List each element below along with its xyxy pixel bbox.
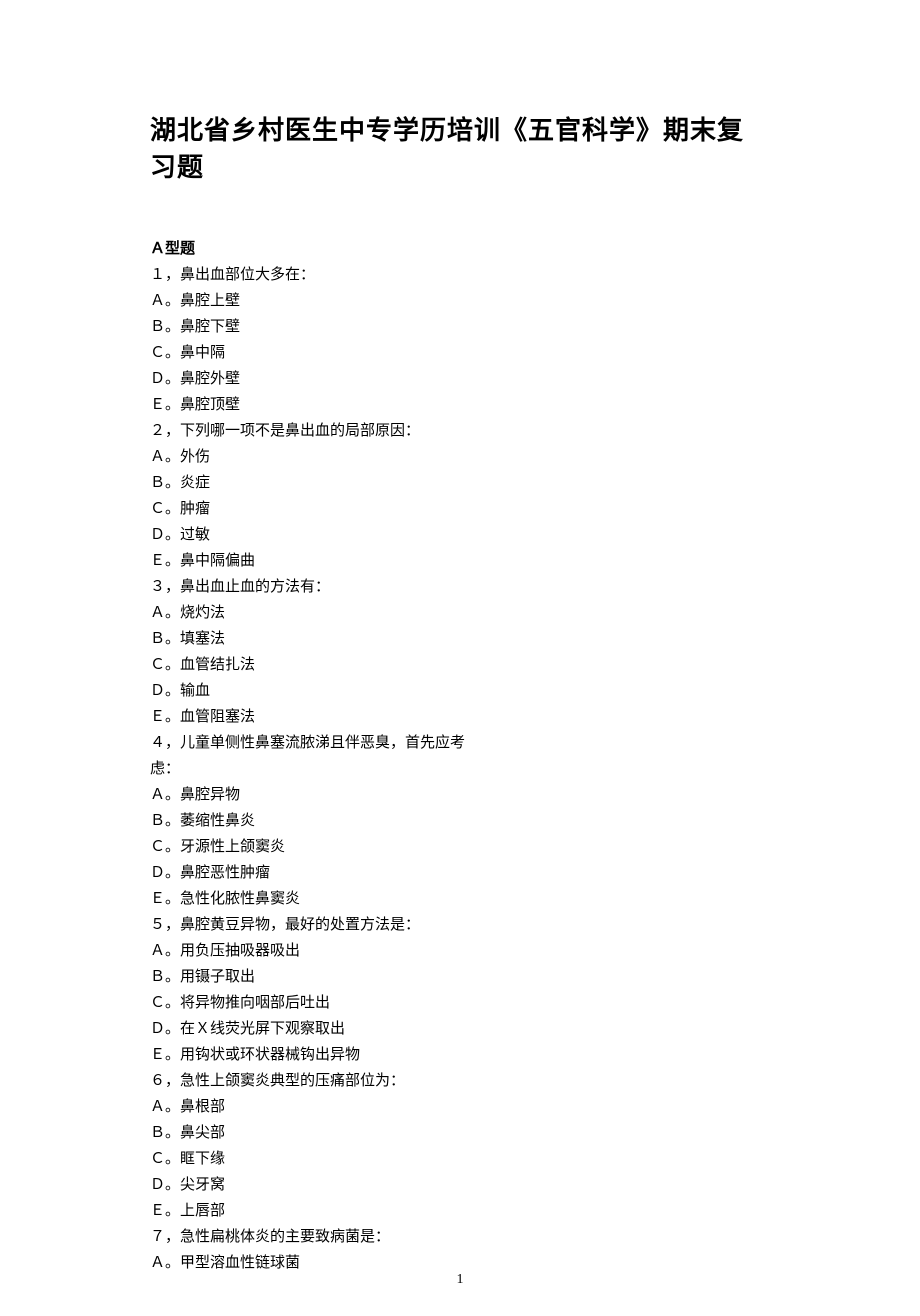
option: Ｅ。用钩状或环状器械钩出异物 — [150, 1042, 480, 1068]
question-stem: ３，鼻出血止血的方法有： — [150, 574, 480, 600]
option: Ｅ。鼻中隔偏曲 — [150, 548, 480, 574]
option: Ａ。用负压抽吸器吸出 — [150, 938, 480, 964]
option: Ｄ。鼻腔恶性肿瘤 — [150, 860, 480, 886]
option: Ｃ。牙源性上颌窦炎 — [150, 834, 480, 860]
option: Ｄ。输血 — [150, 678, 480, 704]
option: Ｅ。血管阻塞法 — [150, 704, 480, 730]
option: Ｃ。将异物推向咽部后吐出 — [150, 990, 480, 1016]
question-stem: １，鼻出血部位大多在： — [150, 262, 480, 288]
option: Ｂ。鼻腔下壁 — [150, 314, 480, 340]
document-title: 湖北省乡村医生中专学历培训《五官科学》期末复习题 — [150, 110, 770, 184]
option: Ｄ。尖牙窝 — [150, 1172, 480, 1198]
option: Ａ。鼻根部 — [150, 1094, 480, 1120]
section-label: Ａ型题 — [150, 236, 480, 262]
question-stem: ２，下列哪一项不是鼻出血的局部原因： — [150, 418, 480, 444]
option: Ｂ。炎症 — [150, 470, 480, 496]
content-column: Ａ型题 １，鼻出血部位大多在： Ａ。鼻腔上壁 Ｂ。鼻腔下壁 Ｃ。鼻中隔 Ｄ。鼻腔… — [150, 236, 480, 1276]
option: Ｂ。用镊子取出 — [150, 964, 480, 990]
option: Ｅ。鼻腔顶壁 — [150, 392, 480, 418]
option: Ａ。鼻腔异物 — [150, 782, 480, 808]
option: Ｄ。在Ｘ线荧光屏下观察取出 — [150, 1016, 480, 1042]
question-stem: ５，鼻腔黄豆异物，最好的处置方法是： — [150, 912, 480, 938]
option: Ａ。鼻腔上壁 — [150, 288, 480, 314]
option: Ｃ。肿瘤 — [150, 496, 480, 522]
question-stem: ６，急性上颌窦炎典型的压痛部位为： — [150, 1068, 480, 1094]
option: Ｂ。萎缩性鼻炎 — [150, 808, 480, 834]
option: Ｃ。鼻中隔 — [150, 340, 480, 366]
option: Ｄ。鼻腔外壁 — [150, 366, 480, 392]
option: Ｅ。急性化脓性鼻窦炎 — [150, 886, 480, 912]
option: Ａ。烧灼法 — [150, 600, 480, 626]
option: Ｃ。眶下缘 — [150, 1146, 480, 1172]
option: Ｃ。血管结扎法 — [150, 652, 480, 678]
option: Ｅ。上唇部 — [150, 1198, 480, 1224]
option: Ｄ。过敏 — [150, 522, 480, 548]
question-stem: ７，急性扁桃体炎的主要致病菌是： — [150, 1224, 480, 1250]
option: Ｂ。鼻尖部 — [150, 1120, 480, 1146]
question-stem: ４，儿童单侧性鼻塞流脓涕且伴恶臭，首先应考虑： — [150, 730, 480, 782]
option: Ａ。外伤 — [150, 444, 480, 470]
document-page: 湖北省乡村医生中专学历培训《五官科学》期末复习题 Ａ型题 １，鼻出血部位大多在：… — [0, 0, 920, 1316]
option: Ｂ。填塞法 — [150, 626, 480, 652]
page-number: 1 — [0, 1272, 920, 1288]
